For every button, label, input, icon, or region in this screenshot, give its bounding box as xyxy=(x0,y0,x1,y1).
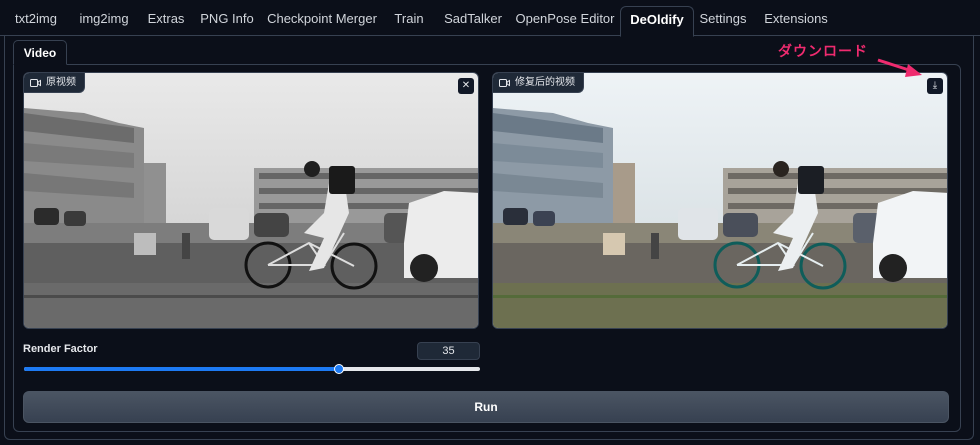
tab-extras[interactable]: Extras xyxy=(140,6,192,32)
output-video-frame xyxy=(493,73,947,328)
video-icon xyxy=(499,78,510,87)
output-video-panel[interactable]: 修复后的视频 ⤓ xyxy=(492,72,948,329)
input-video-label: 原视频 xyxy=(24,73,85,93)
annotation-arrow-icon xyxy=(877,58,922,77)
input-video-panel[interactable]: 原视频 ✕ xyxy=(23,72,479,329)
run-button[interactable]: Run xyxy=(23,391,949,423)
tab-video[interactable]: Video xyxy=(13,40,67,65)
top-tab-bar: txt2img img2img Extras PNG Info Checkpoi… xyxy=(0,0,980,37)
close-icon[interactable]: ✕ xyxy=(458,78,474,94)
video-icon xyxy=(30,78,41,87)
render-factor-label: Render Factor xyxy=(23,343,98,355)
download-annotation: ダウンロード xyxy=(778,43,868,59)
tab-txt2img[interactable]: txt2img xyxy=(4,6,68,32)
output-video-label-text: 修复后的视频 xyxy=(515,76,575,88)
tab-settings[interactable]: Settings xyxy=(696,6,750,32)
input-video-label-text: 原视频 xyxy=(46,76,76,88)
slider-fill xyxy=(24,367,339,371)
render-factor-slider[interactable] xyxy=(24,364,480,374)
download-icon[interactable]: ⤓ xyxy=(927,78,943,94)
output-video-label: 修复后的视频 xyxy=(493,73,584,93)
tab-extensions[interactable]: Extensions xyxy=(758,6,834,32)
tab-openpose-editor[interactable]: OpenPose Editor xyxy=(514,6,616,32)
tab-sadtalker[interactable]: SadTalker xyxy=(436,6,510,32)
tab-img2img[interactable]: img2img xyxy=(70,6,138,32)
tab-png-info[interactable]: PNG Info xyxy=(196,6,258,32)
input-video-frame xyxy=(24,73,478,328)
tab-deoldify[interactable]: DeOldify xyxy=(620,6,694,37)
tab-train[interactable]: Train xyxy=(386,6,432,32)
tab-checkpoint-merger[interactable]: Checkpoint Merger xyxy=(262,6,382,32)
render-factor-number-input[interactable]: 35 xyxy=(417,342,480,360)
slider-thumb[interactable] xyxy=(334,364,344,374)
